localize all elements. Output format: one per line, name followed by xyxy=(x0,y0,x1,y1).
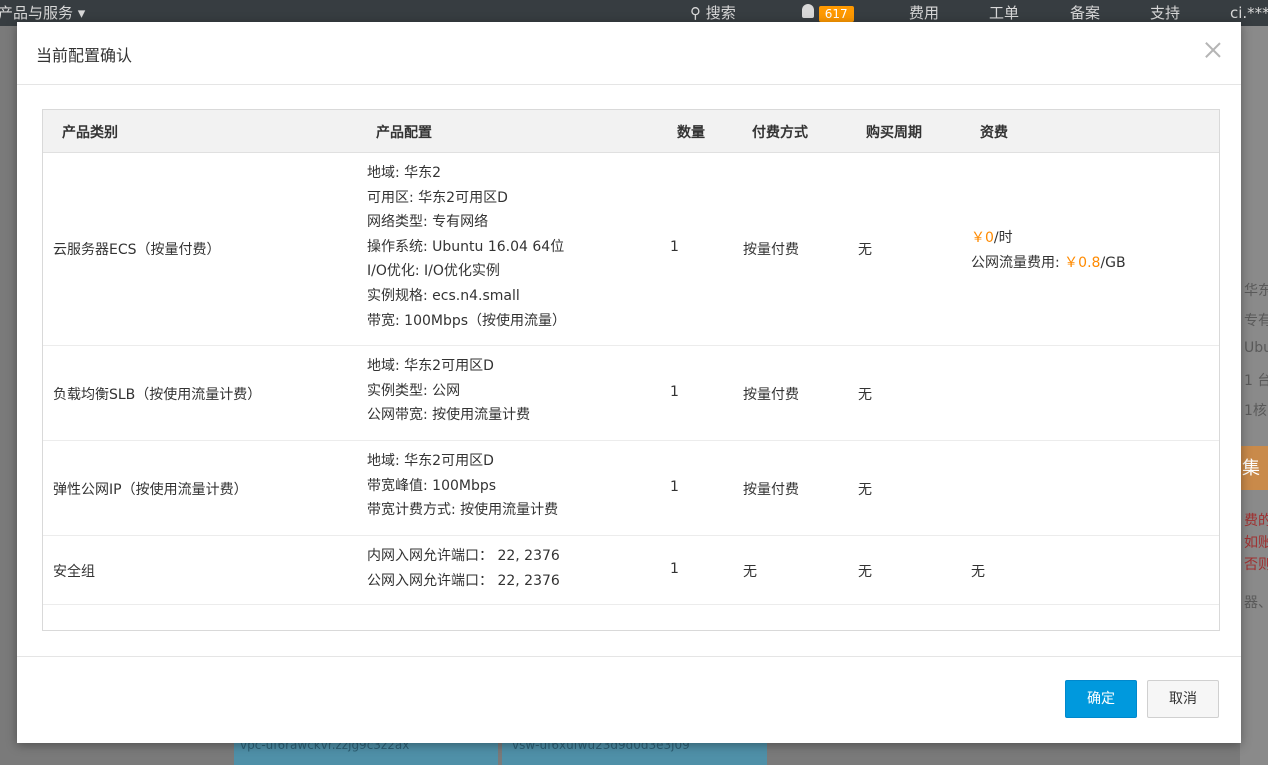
hourly-unit: /时 xyxy=(993,230,1013,246)
background-text: 华东 xyxy=(1244,283,1268,299)
background-text: 1核 xyxy=(1244,403,1267,419)
background-vpc-select: vpc-uf6rawckvr.zzjg9c3z2ax xyxy=(234,738,498,765)
config-line: 地域: 华东2可用区D xyxy=(367,358,494,374)
config-line: 实例规格: ecs.n4.small xyxy=(367,287,520,304)
config-line: 地域: 华东2可用区D xyxy=(367,453,494,469)
table-row: 负载均衡SLB（按使用流量计费） 地域: 华东2可用区D 实例类型: 公网 公网… xyxy=(43,346,1219,441)
row-fee-hourly: ￥0/时 xyxy=(971,227,1013,247)
background-text: 1 台 xyxy=(1244,373,1268,389)
column-header-payment: 付费方式 xyxy=(752,125,808,141)
row-period: 无 xyxy=(858,242,872,258)
config-line: 可用区: 华东2可用区D xyxy=(367,189,508,206)
row-payment: 按量付费 xyxy=(743,242,799,258)
config-line: 地域: 华东2 xyxy=(367,165,442,181)
config-line: 内网入网允许端口： 22, 2376 xyxy=(367,548,560,564)
row-config: 地域: 华东2可用区D 实例类型: 公网 公网带宽: 按使用流量计费 xyxy=(367,354,530,428)
support-link[interactable]: 支持 xyxy=(1150,3,1180,23)
column-header-quantity: 数量 xyxy=(677,125,705,141)
background-text: 器、 xyxy=(1244,595,1268,611)
billing-link[interactable]: 费用 xyxy=(909,3,939,23)
row-category: 安全组 xyxy=(53,564,95,580)
notification-button[interactable]: 617 xyxy=(802,3,854,24)
config-confirm-dialog: 当前配置确认 产品类别 产品配置 数量 付费方式 购买周期 资费 云服务器ECS… xyxy=(17,22,1241,743)
icp-link[interactable]: 备案 xyxy=(1070,3,1100,23)
config-line: 带宽计费方式: 按使用流量计费 xyxy=(367,502,559,519)
background-page: 华东 专有 Ubu 1 台 1核 集 费的云 如账 否则创 器、 xyxy=(1240,26,1268,765)
config-line: 公网入网允许端口： 22, 2376 xyxy=(367,572,560,589)
config-line: 实例类型: 公网 xyxy=(367,382,461,399)
table-row: 弹性公网IP（按使用流量计费） 地域: 华东2可用区D 带宽峰值: 100Mbp… xyxy=(43,441,1219,536)
config-line: 带宽峰值: 100Mbps xyxy=(367,477,497,494)
background-text: 专有 xyxy=(1244,313,1268,329)
bell-icon xyxy=(802,4,814,18)
config-line: 操作系统: Ubuntu 16.04 64位 xyxy=(367,238,565,255)
background-banner: 集 xyxy=(1240,446,1268,490)
background-vswitch-select: vsw-uf6xufwu23d9d0d3e3j09 xyxy=(502,738,767,765)
column-header-fee: 资费 xyxy=(980,125,1008,141)
background-text: 费的云 xyxy=(1244,513,1268,529)
row-category: 云服务器ECS（按量付费） xyxy=(53,242,221,258)
products-label: 产品与服务 xyxy=(0,4,74,22)
table-row: 安全组 内网入网允许端口： 22, 2376 公网入网允许端口： 22, 237… xyxy=(43,536,1219,605)
traffic-fee-label: 公网流量费用: xyxy=(971,255,1065,271)
row-period: 无 xyxy=(858,387,872,403)
confirm-button[interactable]: 确定 xyxy=(1065,680,1137,718)
row-config: 内网入网允许端口： 22, 2376 公网入网允许端口： 22, 2376 xyxy=(367,544,560,593)
row-config: 地域: 华东2 可用区: 华东2可用区D 网络类型: 专有网络 操作系统: Ub… xyxy=(367,161,566,333)
traffic-unit: /GB xyxy=(1100,255,1126,271)
column-header-config: 产品配置 xyxy=(376,125,432,141)
ticket-link[interactable]: 工单 xyxy=(989,3,1019,23)
config-line: 网络类型: 专有网络 xyxy=(367,214,489,231)
background-text: 如账 xyxy=(1244,535,1268,551)
row-category: 弹性公网IP（按使用流量计费） xyxy=(53,482,248,498)
config-line: I/O优化: I/O优化实例 xyxy=(367,263,500,280)
search-icon: ⚲ xyxy=(690,4,701,22)
row-payment: 按量付费 xyxy=(743,387,799,403)
background-text: 否则创 xyxy=(1244,557,1268,573)
row-fee: 无 xyxy=(971,564,985,580)
search-button[interactable]: ⚲ 搜索 xyxy=(690,3,736,23)
row-quantity: 1 xyxy=(670,561,679,577)
dialog-header: 当前配置确认 xyxy=(17,22,1241,85)
row-quantity: 1 xyxy=(670,479,679,495)
row-period: 无 xyxy=(858,564,872,580)
traffic-price: ￥0.8 xyxy=(1064,255,1101,271)
table-header: 产品类别 产品配置 数量 付费方式 购买周期 资费 xyxy=(43,110,1219,153)
background-banner-text: 集 xyxy=(1242,458,1260,479)
table-row: 云服务器ECS（按量付费） 地域: 华东2 可用区: 华东2可用区D 网络类型:… xyxy=(43,153,1219,346)
config-line: 带宽: 100Mbps（按使用流量） xyxy=(367,312,567,329)
user-menu[interactable]: ci.*** xyxy=(1230,3,1268,23)
notification-badge: 617 xyxy=(818,6,854,22)
dialog-title: 当前配置确认 xyxy=(36,46,133,65)
row-quantity: 1 xyxy=(670,239,679,255)
hourly-price: ￥0 xyxy=(971,230,994,246)
cancel-button[interactable]: 取消 xyxy=(1147,680,1219,718)
close-icon[interactable] xyxy=(1203,40,1223,60)
column-header-category: 产品类别 xyxy=(62,125,118,141)
dialog-footer-divider xyxy=(17,656,1241,657)
row-payment: 无 xyxy=(743,564,757,580)
products-menu[interactable]: 产品与服务 ▾ xyxy=(0,3,85,23)
config-line: 公网带宽: 按使用流量计费 xyxy=(367,407,531,424)
config-table: 产品类别 产品配置 数量 付费方式 购买周期 资费 云服务器ECS（按量付费） … xyxy=(42,109,1220,631)
column-header-period: 购买周期 xyxy=(866,125,922,141)
row-period: 无 xyxy=(858,482,872,498)
row-fee-traffic: 公网流量费用: ￥0.8/GB xyxy=(971,252,1126,272)
row-category: 负载均衡SLB（按使用流量计费） xyxy=(53,387,262,403)
row-config: 地域: 华东2可用区D 带宽峰值: 100Mbps 带宽计费方式: 按使用流量计… xyxy=(367,449,558,523)
search-label: 搜索 xyxy=(705,4,736,22)
row-quantity: 1 xyxy=(670,384,679,400)
row-payment: 按量付费 xyxy=(743,482,799,498)
background-text: Ubu xyxy=(1244,340,1268,356)
